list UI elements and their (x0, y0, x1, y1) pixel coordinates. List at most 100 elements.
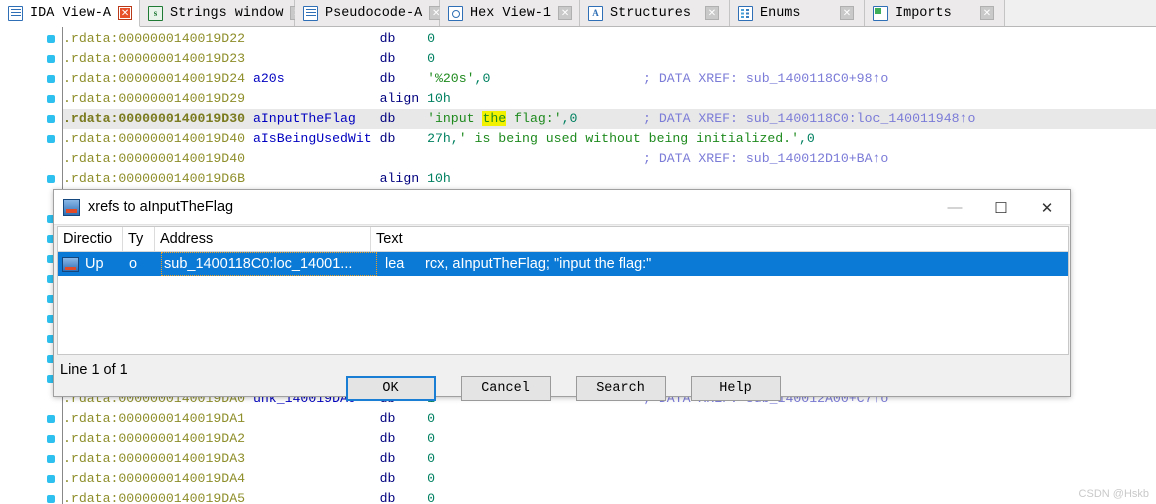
dialog-button-row: OK Cancel Search Help (54, 356, 1072, 401)
tab-label: Imports (895, 5, 952, 21)
line-operand: 'input the flag:',0 (427, 111, 578, 126)
breakpoint-dot-icon[interactable] (47, 95, 55, 103)
disassembly-line[interactable]: .rdata:0000000140019D30 aInputTheFlag db… (63, 109, 1156, 129)
watermark: CSDN @Hskb (1078, 488, 1149, 500)
tab-pseudocode-a[interactable]: Pseudocode-A ✕ (295, 0, 444, 26)
line-operand: 0 (427, 451, 435, 466)
tab-enums[interactable]: Enums ✕ (730, 0, 865, 26)
xrefs-table[interactable]: Directio Ty Address Text Up o sub_140011… (57, 226, 1069, 355)
breakpoint-dot-icon[interactable] (47, 435, 55, 443)
tab-label: Enums (760, 5, 801, 21)
line-address: .rdata:0000000140019D23 (63, 51, 246, 66)
help-button[interactable]: Help (690, 375, 781, 401)
column-header-text[interactable]: Text (371, 227, 1068, 251)
tab-label: Structures (610, 5, 692, 21)
breakpoint-dot-icon[interactable] (47, 115, 55, 123)
tab-close-icon[interactable]: ✕ (980, 6, 994, 20)
column-header-direction[interactable]: Directio (58, 227, 123, 251)
line-symbol (253, 151, 380, 166)
line-mnemonic: align (379, 171, 428, 186)
tab-close-icon[interactable]: ✕ (558, 6, 573, 20)
line-mnemonic: db (379, 451, 428, 466)
xref-row-icon (62, 256, 79, 272)
line-operand: 10h (427, 91, 451, 106)
disassembly-line[interactable]: .rdata:0000000140019D40 aIsBeingUsedWit … (63, 129, 1156, 149)
search-button[interactable]: Search (575, 375, 666, 401)
breakpoint-dot-icon[interactable] (47, 75, 55, 83)
line-symbol (253, 411, 380, 426)
ida-main-window: IDA View-A ✕ sStrings window✕Pseudocode-A✕… (0, 0, 1156, 504)
disassembly-line[interactable]: .rdata:0000000140019D40 ; DATA XREF: sub… (63, 149, 1156, 169)
imports-icon (873, 5, 888, 21)
line-mnemonic: db (379, 411, 428, 426)
cell-text: rcx, aInputTheFlag; "input the flag:" (425, 256, 652, 272)
disassembly-line[interactable]: .rdata:0000000140019DA2 db 0 (63, 429, 1156, 449)
line-mnemonic (380, 151, 427, 166)
breakpoint-dot-icon[interactable] (47, 55, 55, 63)
line-address: .rdata:0000000140019D6B (63, 171, 246, 186)
tab-structures[interactable]: A Structures ✕ (580, 0, 730, 26)
line-symbol (253, 171, 380, 186)
tab-close-icon[interactable]: ✕ (705, 6, 719, 20)
xrefs-window-icon (63, 198, 80, 216)
line-mnemonic: db (379, 491, 428, 504)
column-header-type[interactable]: Ty (123, 227, 155, 251)
gutter-row (0, 89, 62, 109)
line-operand: 0 (427, 51, 435, 66)
line-comment: ; DATA XREF: sub_1400118C0:loc_140011948… (643, 111, 976, 126)
line-address: .rdata:0000000140019D40 (63, 131, 246, 146)
cell-direction: Up (85, 256, 104, 272)
table-header: Directio Ty Address Text (58, 227, 1068, 252)
minimize-icon[interactable]: — (932, 190, 978, 225)
tab-close-icon[interactable]: ✕ (118, 6, 133, 20)
ok-button[interactable]: OK (345, 375, 436, 401)
disassembly-line[interactable]: .rdata:0000000140019DA3 db 0 (63, 449, 1156, 469)
tab-label: IDA View-A (30, 5, 112, 21)
tab-imports[interactable]: Imports ✕ (865, 0, 1005, 26)
disassembly-line[interactable]: .rdata:0000000140019D29 align 10h (63, 89, 1156, 109)
tab-ida-view-a[interactable]: IDA View-A ✕ (0, 0, 140, 27)
highlighted-word: the (482, 111, 507, 126)
xrefs-dialog[interactable]: xrefs to aInputTheFlag — ☐ ✕ Directio Ty… (53, 189, 1072, 401)
cancel-button[interactable]: Cancel (460, 375, 551, 401)
breakpoint-dot-icon[interactable] (47, 135, 55, 143)
line-mnemonic: db (379, 71, 428, 86)
cell-mnemonic: lea (385, 256, 405, 272)
disassembly-line[interactable]: .rdata:0000000140019D6B align 10h (63, 169, 1156, 189)
line-address: .rdata:0000000140019D29 (63, 91, 246, 106)
line-comment: ; DATA XREF: sub_1400118C0+98↑o (643, 71, 889, 86)
dialog-title: xrefs to aInputTheFlag (88, 199, 234, 215)
line-symbol (253, 31, 380, 46)
button-label: Cancel (481, 380, 530, 396)
disassembly-line[interactable]: .rdata:0000000140019D22 db 0 (63, 29, 1156, 49)
line-operand: 27h,' is being used without being initia… (427, 131, 815, 146)
line-comment: ; DATA XREF: sub_140012D10+BA↑o (643, 151, 889, 166)
gutter-row (0, 489, 62, 504)
disassembly-line[interactable]: .rdata:0000000140019DA4 db 0 (63, 469, 1156, 489)
disassembly-line[interactable]: .rdata:0000000140019DA5 db 0 (63, 489, 1156, 504)
disassembly-line[interactable]: .rdata:0000000140019D23 db 0 (63, 49, 1156, 69)
tab-close-icon[interactable]: ✕ (840, 6, 854, 20)
disassembly-line[interactable]: .rdata:0000000140019DA1 db 0 (63, 409, 1156, 429)
breakpoint-dot-icon[interactable] (47, 415, 55, 423)
breakpoint-dot-icon[interactable] (47, 175, 55, 183)
line-mnemonic: db (379, 471, 428, 486)
line-symbol: aInputTheFlag (252, 111, 380, 126)
tab-strings-window[interactable]: sStrings window✕ (140, 0, 305, 26)
table-row[interactable]: Up o sub_1400118C0:loc_14001... lea rcx,… (58, 252, 1068, 276)
disassembly-line[interactable]: .rdata:0000000140019D24 a20s db '%20s',0… (63, 69, 1156, 89)
tab-hex-view-1[interactable]: Hex View-1 ✕ (440, 0, 580, 26)
breakpoint-dot-icon[interactable] (47, 35, 55, 43)
window-controls: — ☐ ✕ (932, 190, 1070, 225)
gutter-row (0, 69, 62, 89)
line-address: .rdata:0000000140019DA3 (63, 451, 246, 466)
breakpoint-dot-icon[interactable] (47, 455, 55, 463)
dialog-title-bar: xrefs to aInputTheFlag — ☐ ✕ (54, 190, 1070, 225)
breakpoint-dot-icon[interactable] (47, 495, 55, 503)
line-address: .rdata:0000000140019D24 (63, 71, 246, 86)
column-header-address[interactable]: Address (155, 227, 371, 251)
close-icon[interactable]: ✕ (1024, 190, 1070, 225)
breakpoint-dot-icon[interactable] (47, 475, 55, 483)
line-symbol (253, 491, 380, 504)
maximize-icon[interactable]: ☐ (978, 190, 1024, 225)
